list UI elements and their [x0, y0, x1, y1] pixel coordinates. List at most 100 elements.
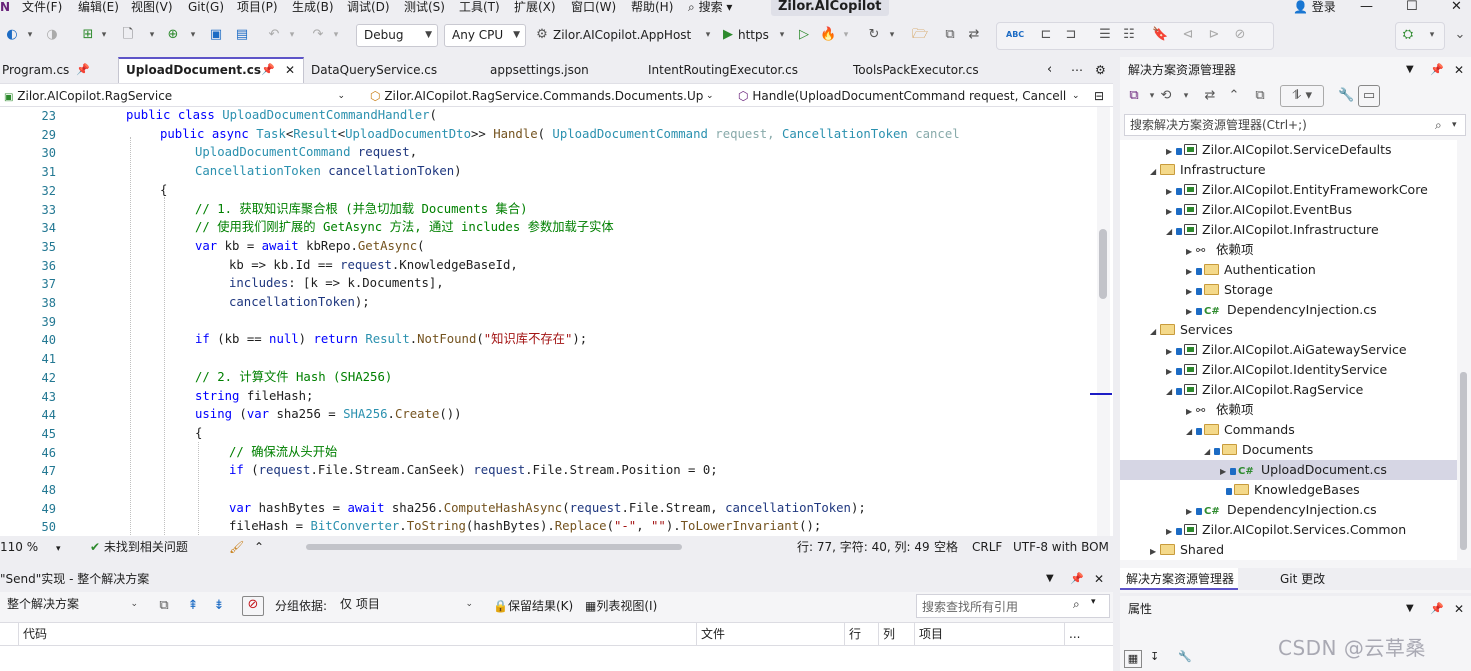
chevron-down-icon[interactable]: ⌄ [1072, 87, 1080, 105]
parameter-info-icon[interactable]: ⊐ [1063, 27, 1079, 43]
menu-help[interactable]: 帮助(H) [631, 0, 673, 14]
tree-node[interactable]: ◢ Zilor.AICopilot.RagService [1120, 380, 1457, 400]
back-icon[interactable]: ◐ [4, 27, 20, 43]
cursor-position[interactable]: 行: 77, 字符: 40, 列: 49 [797, 539, 930, 555]
menu-project[interactable]: 项目(P) [237, 0, 278, 14]
column-line[interactable]: 行 [844, 623, 878, 645]
refresh-icon[interactable]: ↻ [866, 27, 882, 43]
tab-uploaddocument-cs[interactable]: UploadDocument.cs 📌 ✕ [118, 57, 304, 83]
code-line[interactable]: { [160, 181, 167, 200]
collapse-arrow-icon[interactable]: ◢ [1166, 382, 1176, 402]
save-icon[interactable]: ▣ [208, 27, 224, 43]
switch-views-icon[interactable]: ⧉ [1126, 88, 1142, 104]
code-line[interactable]: cancellationToken); [229, 293, 370, 312]
pin-icon[interactable]: 📌 [1430, 57, 1444, 83]
code-line[interactable]: var hashBytes = await sha256.ComputeHash… [229, 499, 866, 518]
expand-arrow-icon[interactable]: ▶ [1166, 182, 1176, 202]
project-dropdown[interactable]: ▣ Zilor.AICopilot.RagService ⌄ [4, 87, 349, 105]
tree-node[interactable]: ◢ Commands [1120, 420, 1457, 440]
copy-icon[interactable]: ⧉ [156, 598, 172, 614]
column-project[interactable]: 项目 [914, 623, 1064, 645]
expand-arrow-icon[interactable]: ▶ [1166, 362, 1176, 382]
show-all-files-icon[interactable]: ⧉ [1252, 88, 1268, 104]
expand-arrow-icon[interactable]: ▶ [1186, 242, 1196, 262]
chevron-up-icon[interactable]: ⌃ [254, 539, 264, 555]
code-line[interactable]: // 使用我们刚扩展的 GetAsync 方法, 通过 includes 参数加… [195, 218, 614, 237]
overflow-icon[interactable]: ⌄ [1452, 27, 1468, 43]
code-line[interactable]: // 2. 计算文件 Hash (SHA256) [195, 368, 392, 387]
expand-arrow-icon[interactable]: ▶ [1166, 342, 1176, 362]
properties-wrench-icon[interactable]: 🔧 [1338, 88, 1354, 104]
column-more[interactable]: ... [1064, 623, 1110, 645]
redo-dropdown-icon[interactable]: ▾ [328, 27, 344, 43]
outdent-icon[interactable]: ☰ [1097, 27, 1113, 43]
code-line[interactable]: { [195, 424, 202, 443]
collapse-arrow-icon[interactable]: ◢ [1150, 322, 1160, 342]
property-pages-icon[interactable]: 🔧 [1178, 650, 1192, 663]
close-panel-icon[interactable]: ✕ [1094, 566, 1104, 592]
tree-node[interactable]: ◢ Services [1120, 320, 1457, 340]
indent-icon[interactable]: ☷ [1121, 27, 1137, 43]
tree-node[interactable]: ▶ Zilor.AICopilot.EventBus [1120, 200, 1457, 220]
menu-debug[interactable]: 调试(D) [347, 0, 390, 14]
expand-arrow-icon[interactable]: ▶ [1166, 202, 1176, 222]
file-encoding[interactable]: UTF-8 with BOM [1013, 539, 1109, 555]
live-share-icon[interactable]: ⇄ [966, 27, 982, 43]
pin-icon[interactable]: 📌 [261, 59, 275, 81]
solution-platform-select[interactable]: Any CPU ▼ [444, 24, 526, 47]
tree-node[interactable]: ◢ Infrastructure [1120, 160, 1457, 180]
close-window-icon[interactable]: ✕ [1451, 0, 1462, 14]
alphabetical-icon[interactable]: ↧ [1150, 650, 1159, 663]
startup-project-select[interactable]: Zilor.AICopilot.AppHost [553, 27, 691, 43]
tab-program-cs[interactable]: Program.cs 📌 [0, 57, 112, 83]
collapse-arrow-icon[interactable]: ◢ [1166, 222, 1176, 242]
undo-icon[interactable]: ↶ [266, 27, 282, 43]
column-file[interactable]: 文件 [696, 623, 844, 645]
collapse-all-icon[interactable]: ⌃ [1226, 88, 1242, 104]
tab-intentroutingexecutor-cs[interactable]: IntentRoutingExecutor.cs [648, 57, 838, 83]
whitespace-mode[interactable]: 空格 [934, 539, 958, 555]
hot-reload-dropdown-icon[interactable]: ▾ [838, 27, 854, 43]
column-col[interactable]: 列 [878, 623, 914, 645]
panel-menu-icon[interactable]: ▼ [1046, 566, 1054, 592]
minimize-icon[interactable]: — [1360, 0, 1373, 14]
tree-node[interactable]: ▶ ⚯ 依赖项 [1120, 240, 1457, 260]
close-panel-icon[interactable]: ✕ [1454, 596, 1464, 622]
panel-menu-icon[interactable]: ▼ [1406, 57, 1414, 83]
menu-extensions[interactable]: 扩展(X) [514, 0, 556, 14]
code-line[interactable]: string fileHash; [195, 387, 313, 406]
issues-indicator[interactable]: ✔ 未找到相关问题 [90, 539, 188, 555]
pin-icon[interactable]: 📌 [1070, 566, 1084, 592]
new-file-icon[interactable]: 🗋 [120, 27, 136, 43]
filter-dropdown-icon[interactable]: ▾ [1178, 88, 1194, 104]
code-line[interactable]: public async Task<Result<UploadDocumentD… [160, 125, 960, 144]
code-line[interactable]: // 确保流从头开始 [229, 443, 337, 462]
solution-search-box[interactable]: 搜索解决方案资源管理器(Ctrl+;) ⌕ ▾ [1124, 114, 1466, 136]
code-line[interactable]: kb => kb.Id == request.KnowledgeBaseId, [229, 256, 518, 275]
bookmark-icon[interactable]: 🔖 [1152, 27, 1168, 43]
code-line[interactable]: if (request.File.Stream.CanSeek) request… [229, 461, 718, 480]
chevron-down-icon[interactable]: ⌄ [706, 87, 714, 105]
find-in-files-icon[interactable]: 🗁 [912, 27, 928, 43]
code-line[interactable]: using (var sha256 = SHA256.Create()) [195, 405, 462, 424]
chevron-left-icon[interactable]: ‹ [1047, 57, 1052, 83]
brush-icon[interactable]: 🖌 [229, 539, 244, 555]
expand-arrow-icon[interactable]: ▶ [1186, 302, 1196, 322]
tree-scroll-thumb[interactable] [1460, 372, 1467, 550]
close-tab-icon[interactable]: ✕ [285, 59, 295, 81]
start-without-debug-icon[interactable]: ▷ [796, 27, 812, 43]
tree-node[interactable]: ▶ Zilor.AICopilot.EntityFrameworkCore [1120, 180, 1457, 200]
save-all-icon[interactable]: ▤ [234, 27, 250, 43]
close-panel-icon[interactable]: ✕ [1454, 57, 1464, 83]
settings-gear-icon[interactable]: ⚙ [1095, 57, 1106, 83]
prev-location-icon[interactable]: ⇞ [185, 598, 201, 614]
open-icon[interactable]: ⊕ [165, 27, 181, 43]
zoom-select[interactable]: 110 % ▾ [0, 539, 60, 557]
tree-node[interactable]: ▶ ⚯ 依赖项 [1120, 400, 1457, 420]
undo-dropdown-icon[interactable]: ▾ [284, 27, 300, 43]
tree-node[interactable]: KnowledgeBases [1120, 480, 1457, 500]
login-button[interactable]: 👤 登录 [1293, 0, 1336, 14]
split-editor-icon[interactable]: ⊟ [1094, 87, 1104, 105]
references-search-box[interactable]: 搜索查找所有引用 ⌕ ▾ [916, 594, 1110, 618]
next-bookmark-icon[interactable]: ⊳ [1206, 27, 1222, 43]
